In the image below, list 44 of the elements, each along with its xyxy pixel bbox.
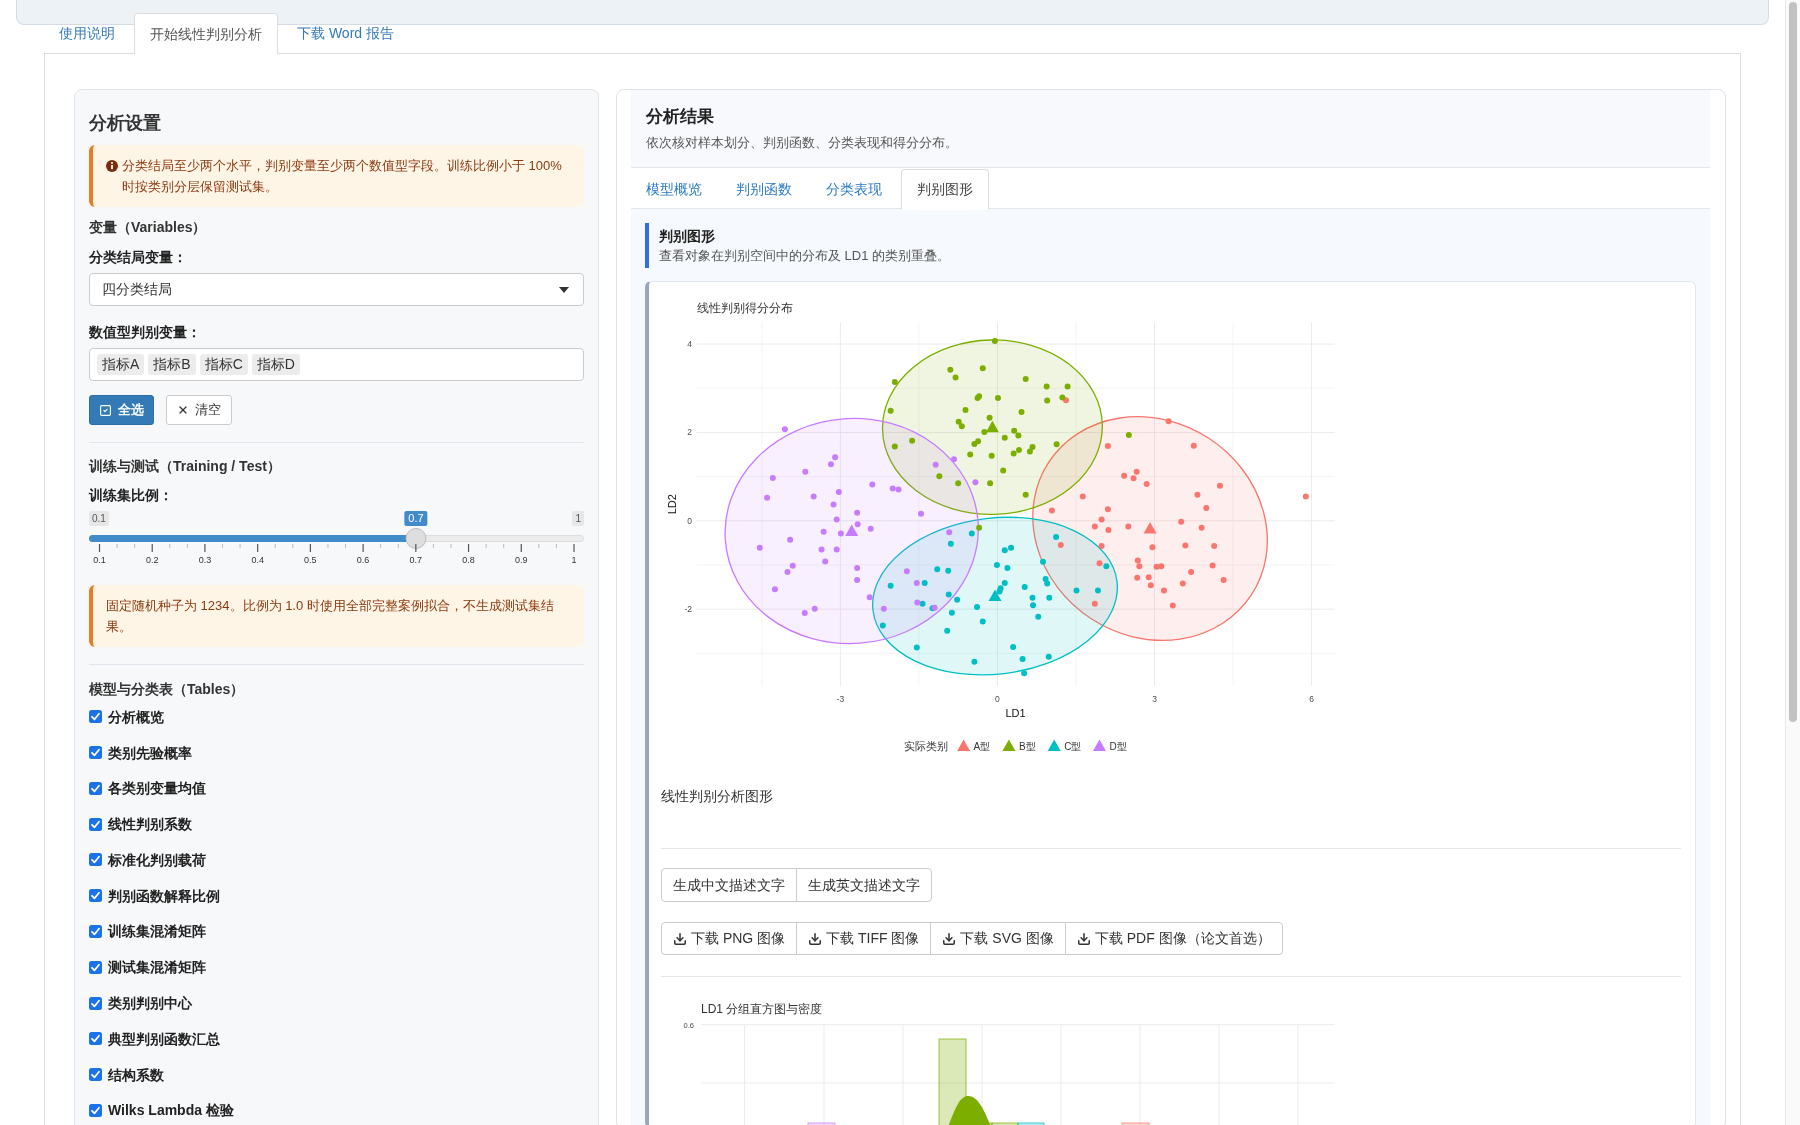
axis-tick-label: 6 [1309,694,1314,704]
figure-caption: 线性判别分析图形 [661,788,774,804]
notice-text: 分类结局至少两个水平，判别变量至少两个数值型字段。训练比例小于 100% 时按类别分层保留测试集。 [122,157,563,196]
legend-label: B型 [1018,740,1036,752]
axis-tick-label: 4 [687,339,692,350]
chart-title: LD1 分组直方图与密度 [701,1002,823,1016]
notice-text: 固定随机种子为 1234。比例为 1.0 时使用全部完整案例拟合，不生成测试集结果。 [106,597,555,636]
slider-tick-label: 0.6 [356,555,370,565]
slider-max-label: 1 [572,511,584,526]
legend-label: C型 [1064,740,1082,752]
slider-tick-label: 0.4 [251,555,264,565]
slider-tick-label: 0.7 [409,555,423,565]
slider-tick-label: 0.1 [93,555,106,565]
slider-tick-label: 1 [571,555,577,565]
slider-value-label: 0.7 [404,511,428,526]
field-label: 数值型判别变量： [89,323,202,342]
axis-tick-label: 2 [687,427,692,438]
section-heading: 模型与分类表（Tables） [89,680,246,699]
panel-subtitle: 依次核对样本划分、判别函数、分类表现和得分分布。 [646,134,959,152]
axis-tick-label: -2 [684,604,692,615]
legend-label: A型 [973,740,991,752]
field-label: 分类结局变量： [89,248,188,267]
panel-title: 分析结果 [646,106,715,128]
axis-tick-label: 3 [1152,694,1157,704]
axis-tick-label: 0 [995,694,1000,704]
panel-title: 分析设置 [89,113,162,133]
axis-tick-label: -3 [836,694,845,704]
slider-tick-label: 0.5 [304,555,317,565]
chart-title: 线性判别得分分布 [697,301,793,315]
axis-title: LD1 [1005,707,1026,719]
slider-tick-label: 0.8 [462,555,475,565]
legend-label: D型 [1109,740,1127,752]
slider-tick-label: 0.3 [198,555,212,565]
section-heading: 变量（Variables） [89,218,208,237]
axis-tick-label: 0 [687,515,692,526]
section-heading: 训练与测试（Training / Test） [89,457,282,476]
legend-title: 实际类别 [904,740,948,752]
axis-title: LD2 [666,494,678,515]
slider-tick-label: 0.2 [145,555,159,565]
section-title: 判别图形 [659,227,716,246]
section-subtitle: 查看对象在判别空间中的分布及 LD1 的类别重叠。 [659,247,952,265]
slider-min-label: 0.1 [89,511,109,526]
field-label: 训练集比例： [89,486,174,505]
slider-tick-label: 0.9 [515,555,528,565]
